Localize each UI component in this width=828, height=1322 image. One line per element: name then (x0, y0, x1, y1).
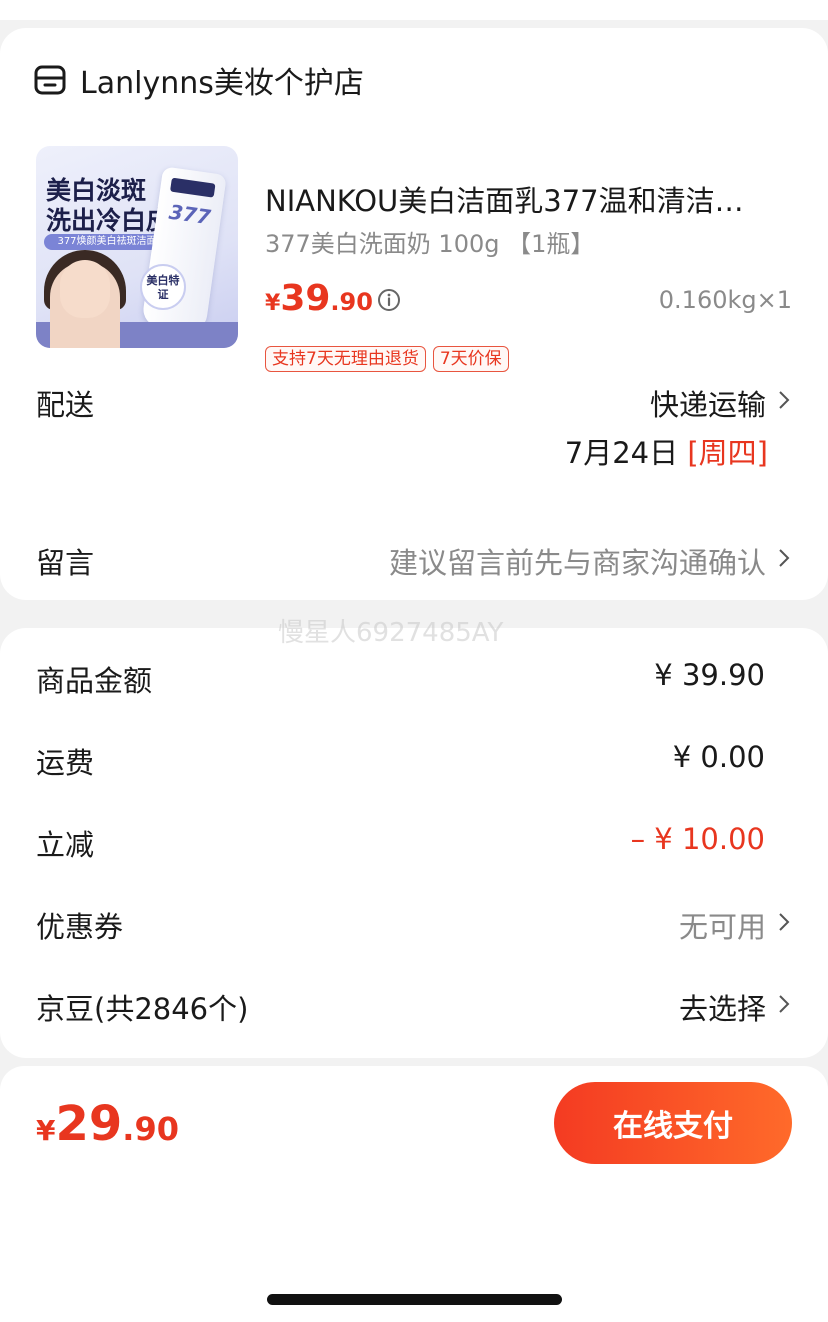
total-decimal: .90 (122, 1110, 179, 1148)
total-price: ¥ 29 .90 (36, 1096, 179, 1152)
tube-label (170, 177, 216, 198)
coupon-chevron-right-icon[interactable] (778, 912, 790, 932)
price-currency: ¥ (265, 291, 281, 316)
price-decimal: .90 (330, 288, 373, 316)
tube-number: 377 (167, 199, 213, 230)
image-headline-line2: 洗出冷白皮 (46, 206, 172, 235)
order-card: Lanlynns美妆个护店 美白淡斑 洗出冷白皮 377焕颜美白祛斑洁面乳 37… (0, 28, 828, 600)
message-chevron-right-icon[interactable] (778, 548, 790, 568)
image-headline-line1: 美白淡斑 (46, 176, 147, 205)
home-indicator[interactable] (267, 1294, 562, 1305)
fee-card: 商品金额 ¥ 39.90 运费 ¥ 0.00 立减 – ¥ 10.00 优惠券 … (0, 628, 828, 1058)
service-tags: 支持7天无理由退货 7天价保 (265, 346, 509, 372)
total-integer: 29 (55, 1096, 123, 1152)
jingdou-label: 京豆(共2846个) (36, 992, 249, 1026)
product-price: ¥ 39 .90 (265, 278, 373, 319)
discount-label: 立减 (36, 828, 95, 862)
shop-header[interactable]: Lanlynns美妆个护店 (34, 60, 364, 101)
jingdou-chevron-right-icon[interactable] (778, 994, 790, 1014)
product-spec: 377美白洗面奶 100g 【1瓶】 (265, 230, 595, 258)
goods-amount-label: 商品金额 (36, 664, 153, 698)
image-badge: 美白特证 (140, 264, 186, 310)
message-input[interactable]: 建议留言前先与商家沟通确认 (389, 540, 766, 582)
shop-name: Lanlynns美妆个护店 (80, 66, 364, 101)
message-label: 留言 (36, 546, 95, 580)
info-icon[interactable] (377, 288, 401, 312)
product-image-headline: 美白淡斑 洗出冷白皮 (46, 176, 171, 236)
discount-value: – ¥ 10.00 (630, 822, 765, 856)
delivery-method[interactable]: 快递运输 (650, 382, 766, 424)
shipping-fee-label: 运费 (36, 746, 95, 780)
product-weight: 0.160kg×1 (658, 286, 792, 314)
coupon-value[interactable]: 无可用 (679, 904, 766, 946)
total-currency: ¥ (36, 1114, 56, 1147)
top-strip (0, 0, 828, 20)
shop-icon (34, 65, 66, 95)
delivery-date: 7月24日 [周四] (565, 430, 768, 472)
tag-price-protection: 7天价保 (432, 346, 509, 372)
delivery-label: 配送 (36, 388, 95, 422)
shipping-fee-value: ¥ 0.00 (672, 740, 765, 774)
goods-amount-value: ¥ 39.90 (654, 658, 765, 692)
tag-return-policy: 支持7天无理由退货 (265, 346, 426, 372)
pay-online-button[interactable]: 在线支付 (554, 1082, 792, 1164)
jingdou-select[interactable]: 去选择 (679, 986, 766, 1028)
coupon-label: 优惠券 (36, 910, 124, 944)
price-integer: 39 (280, 278, 331, 319)
delivery-weekday: [周四] (687, 436, 768, 470)
product-image[interactable]: 美白淡斑 洗出冷白皮 377焕颜美白祛斑洁面乳 377 美白特证 (36, 146, 238, 348)
delivery-chevron-right-icon[interactable] (778, 390, 790, 410)
watermark: 慢星人6927485AY (278, 618, 504, 648)
product-title[interactable]: NIANKOU美白洁面乳377温和清洁… (265, 178, 785, 220)
model-face (60, 260, 110, 318)
delivery-date-text: 7月24日 (564, 436, 679, 470)
